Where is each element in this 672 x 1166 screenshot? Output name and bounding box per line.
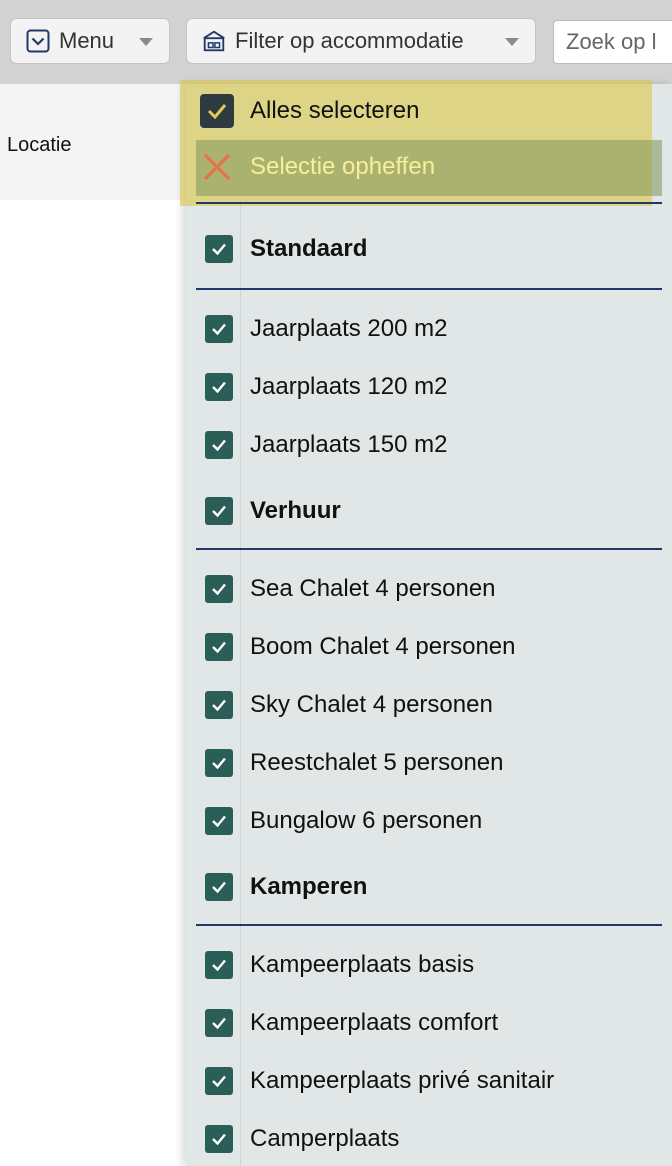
- option-jaarplaats-200[interactable]: Jaarplaats 200 m2: [205, 314, 447, 344]
- check-icon: [205, 807, 233, 835]
- option-group-standaard[interactable]: Standaard: [205, 234, 367, 264]
- option-label: Sea Chalet 4 personen: [250, 575, 496, 602]
- search-input[interactable]: [553, 20, 672, 64]
- location-column-header[interactable]: Locatie: [7, 134, 72, 157]
- check-icon: [205, 873, 233, 901]
- option-boom-chalet[interactable]: Boom Chalet 4 personen: [205, 632, 516, 662]
- option-kampeerplaats-basis[interactable]: Kampeerplaats basis: [205, 950, 474, 980]
- option-label: Boom Chalet 4 personen: [250, 633, 516, 660]
- option-jaarplaats-120[interactable]: Jaarplaats 120 m2: [205, 372, 447, 402]
- option-reestchalet[interactable]: Reestchalet 5 personen: [205, 748, 504, 778]
- option-label: Verhuur: [250, 497, 341, 524]
- option-jaarplaats-150[interactable]: Jaarplaats 150 m2: [205, 430, 447, 460]
- check-icon: [200, 94, 234, 128]
- option-label: Kampeerplaats comfort: [250, 1009, 499, 1036]
- toolbar: Menu Filter op accommodatie: [0, 0, 672, 84]
- separator: [196, 924, 662, 926]
- check-icon: [205, 749, 233, 777]
- separator: [196, 202, 662, 204]
- close-icon: [200, 150, 234, 184]
- option-bungalow[interactable]: Bungalow 6 personen: [205, 806, 482, 836]
- menu-label: Menu: [59, 28, 115, 53]
- option-group-kamperen[interactable]: Kamperen: [205, 872, 367, 902]
- option-label: Kampeerplaats basis: [250, 951, 475, 978]
- check-icon: [205, 575, 233, 603]
- check-icon: [205, 235, 233, 263]
- table-header: Locatie: [0, 84, 190, 200]
- option-label: Kamperen: [250, 873, 368, 900]
- check-icon: [205, 1067, 233, 1095]
- check-icon: [205, 633, 233, 661]
- menu-button[interactable]: Menu: [10, 18, 170, 64]
- check-icon: [205, 1125, 233, 1153]
- check-icon: [205, 691, 233, 719]
- clear-selection-label: Selectie opheffen: [250, 153, 436, 180]
- select-all-label: Alles selecteren: [250, 97, 420, 124]
- option-sea-chalet[interactable]: Sea Chalet 4 personen: [205, 574, 496, 604]
- option-label: Reestchalet 5 personen: [250, 749, 504, 776]
- check-icon: [205, 315, 233, 343]
- check-icon: [205, 373, 233, 401]
- option-camperplaats[interactable]: Camperplaats: [205, 1124, 399, 1154]
- option-sky-chalet[interactable]: Sky Chalet 4 personen: [205, 690, 493, 720]
- check-icon: [205, 951, 233, 979]
- option-label: Camperplaats: [250, 1125, 400, 1152]
- check-icon: [205, 431, 233, 459]
- option-group-verhuur[interactable]: Verhuur: [205, 496, 341, 526]
- option-label: Sky Chalet 4 personen: [250, 691, 493, 718]
- dropdown-caret-icon: [139, 38, 153, 46]
- check-icon: [205, 497, 233, 525]
- filter-accommodation-button[interactable]: Filter op accommodatie: [186, 18, 536, 64]
- separator: [196, 288, 662, 290]
- filter-label: Filter op accommodatie: [235, 28, 464, 53]
- separator: [196, 548, 662, 550]
- option-label: Bungalow 6 personen: [250, 807, 483, 834]
- option-label: Jaarplaats 150 m2: [250, 431, 448, 458]
- option-label: Kampeerplaats privé sanitair: [250, 1067, 555, 1094]
- option-kampeerplaats-prive-sanitair[interactable]: Kampeerplaats privé sanitair: [205, 1066, 554, 1096]
- option-kampeerplaats-comfort[interactable]: Kampeerplaats comfort: [205, 1008, 498, 1038]
- dropdown-caret-icon: [505, 38, 519, 46]
- clear-selection-option[interactable]: Selectie opheffen: [200, 147, 435, 187]
- option-label: Standaard: [250, 235, 368, 262]
- chevron-down-square-icon: [25, 28, 51, 54]
- building-icon: [201, 28, 227, 54]
- select-all-option[interactable]: Alles selecteren: [200, 91, 419, 131]
- option-label: Jaarplaats 120 m2: [250, 373, 448, 400]
- check-icon: [205, 1009, 233, 1037]
- option-label: Jaarplaats 200 m2: [250, 315, 448, 342]
